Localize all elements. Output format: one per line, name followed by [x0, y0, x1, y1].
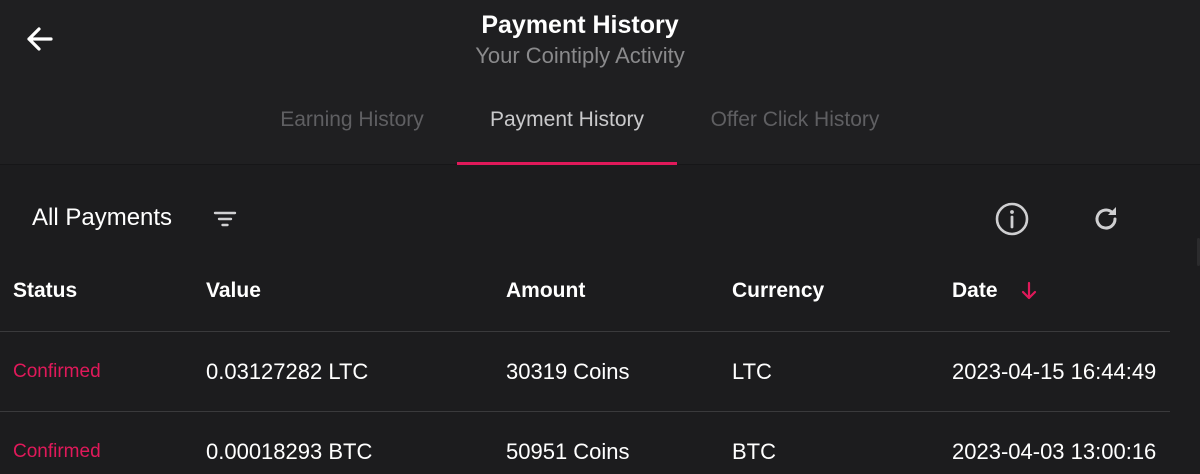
page-subtitle: Your Cointiply Activity — [475, 43, 685, 68]
status-badge: Confirmed — [13, 440, 101, 462]
app-root: Payment History Your Cointiply Activity … — [0, 0, 1200, 474]
column-header-value[interactable]: Value — [206, 250, 261, 331]
date-cell: 2023-04-15 16:44:49 — [952, 358, 1157, 384]
table-row[interactable]: Confirmed 0.03127282 LTC 30319 Coins LTC… — [0, 332, 1170, 412]
tab-label: Offer Click History — [710, 108, 880, 131]
tab-label: Payment History — [489, 108, 645, 131]
refresh-button[interactable] — [1087, 200, 1125, 238]
page-title: Payment History — [481, 11, 679, 39]
column-header-amount[interactable]: Amount — [506, 250, 585, 331]
tab-offer-click-history[interactable]: Offer Click History — [690, 92, 900, 165]
value-cell: 0.00018293 BTC — [206, 438, 373, 464]
sort-button[interactable] — [1020, 281, 1038, 301]
tab-bar: Earning History Payment History Offer Cl… — [0, 92, 1200, 165]
column-header-status[interactable]: Status — [13, 250, 77, 331]
toolbar: All Payments — [0, 190, 1200, 248]
tab-label: Earning History — [280, 108, 424, 131]
filter-button[interactable] — [210, 206, 240, 232]
payments-table: Status Value Amount Currency Date Confir… — [0, 250, 1170, 474]
header: Payment History Your Cointiply Activity … — [0, 0, 1200, 165]
status-cell: Confirmed — [13, 332, 101, 411]
tab-earning-history[interactable]: Earning History — [262, 92, 442, 165]
value-cell: 0.03127282 LTC — [206, 358, 369, 384]
currency-cell: LTC — [732, 358, 772, 384]
amount-cell: 30319 Coins — [506, 358, 630, 384]
status-badge: Confirmed — [13, 360, 101, 382]
info-button[interactable] — [993, 200, 1031, 238]
column-header-date-label: Date — [952, 278, 998, 302]
date-cell: 2023-04-03 13:00:16 — [952, 438, 1157, 464]
column-header-currency[interactable]: Currency — [732, 250, 824, 331]
filter-label: All Payments — [32, 204, 173, 231]
arrow-down-icon — [1021, 281, 1036, 299]
column-header-date[interactable]: Date — [952, 250, 1038, 331]
amount-cell: 50951 Coins — [506, 438, 630, 464]
refresh-icon — [1095, 207, 1117, 230]
active-tab-indicator — [457, 162, 677, 165]
table-row[interactable]: Confirmed 0.00018293 BTC 50951 Coins BTC… — [0, 412, 1170, 474]
tab-payment-history[interactable]: Payment History — [457, 92, 677, 165]
filter-lines-icon — [213, 211, 237, 227]
table-header-row: Status Value Amount Currency Date — [0, 250, 1170, 332]
currency-cell: BTC — [732, 438, 776, 464]
info-circle-icon — [995, 202, 1029, 236]
status-cell: Confirmed — [13, 412, 101, 474]
